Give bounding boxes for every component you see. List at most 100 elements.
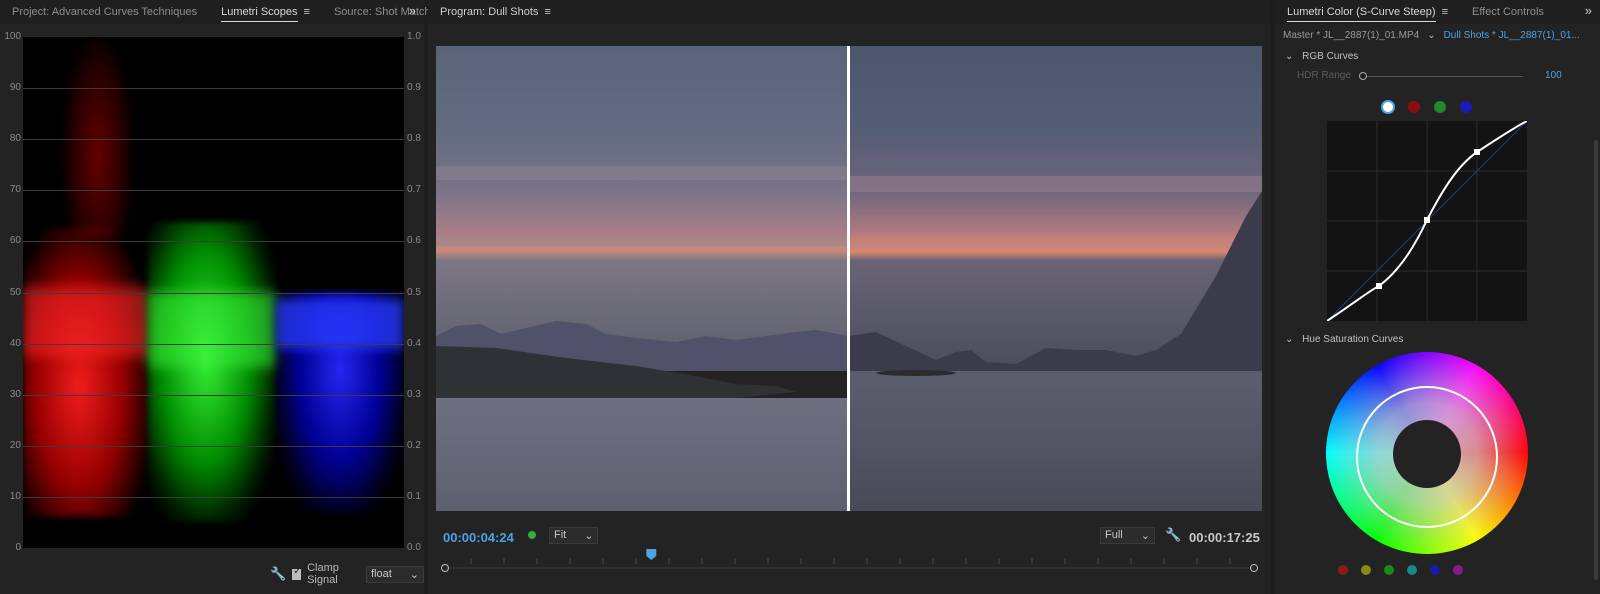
panel-menu-icon[interactable]: ≡: [544, 6, 550, 18]
panel-menu-icon[interactable]: ≡: [1442, 6, 1448, 18]
scope-axis-tick-left: 60: [9, 235, 21, 247]
scope-gridline: [23, 139, 404, 141]
program-tabbar: Program: Dull Shots ≡: [428, 0, 1270, 24]
tab-effect-controls[interactable]: Effect Controls: [1460, 0, 1556, 24]
lumetri-scopes-panel: Project: Advanced Curves Techniques Lume…: [0, 0, 445, 594]
scope-gridline: [23, 496, 404, 498]
timeline-ruler[interactable]: [441, 549, 1258, 573]
playhead-marker[interactable]: [646, 549, 657, 560]
master-clip-label[interactable]: Master * JL__2887(1)_01.MP4: [1283, 30, 1419, 41]
scope-axis-tick-left: 10: [9, 490, 21, 502]
panel-scrollbar[interactable]: [1594, 140, 1598, 580]
rgb-curve-graph: [1326, 120, 1528, 322]
scope-axis-tick-right: 0.2: [407, 439, 421, 451]
hue-sat-label: Hue Saturation Curves: [1302, 334, 1404, 345]
program-video-frame[interactable]: [436, 46, 1262, 511]
hdr-range-label: HDR Range: [1297, 70, 1351, 81]
tab-program[interactable]: Program: Dull Shots ≡: [428, 0, 563, 24]
lumetri-color-panel: Lumetri Color (S-Curve Steep) ≡ Effect Co…: [1275, 0, 1600, 594]
swatch-blue[interactable]: [1430, 565, 1440, 575]
scope-axis-tick-left: 0: [15, 542, 21, 553]
panel-overflow-icon[interactable]: »: [1585, 0, 1592, 22]
scope-axis-tick-right: 0.0: [407, 542, 421, 553]
panel-menu-icon[interactable]: ≡: [304, 6, 310, 18]
scope-axis-tick-left: 50: [9, 286, 21, 298]
video-frame-image: [436, 46, 1262, 511]
tab-lumetri-scopes[interactable]: Lumetri Scopes ≡: [209, 0, 322, 24]
scope-gridline: [23, 445, 404, 447]
red-trace-highlights: [63, 37, 133, 237]
playback-resolution-select[interactable]: Full ⌄: [1100, 527, 1155, 544]
swatch-yellow[interactable]: [1361, 565, 1371, 575]
channel-red-button[interactable]: [1408, 101, 1420, 113]
scope-axis-tick-right: 0.4: [407, 337, 421, 349]
scope-gridline: [23, 241, 404, 243]
tab-lumetri-scopes-label: Lumetri Scopes: [221, 6, 298, 22]
scope-axis-tick-left: 70: [9, 184, 21, 196]
hdr-range-slider-handle[interactable]: [1359, 72, 1367, 80]
hue-saturation-wheel[interactable]: [1326, 352, 1528, 554]
swatch-green[interactable]: [1384, 565, 1394, 575]
rgb-parade-scope: [23, 37, 404, 548]
wheel-center: [1393, 420, 1461, 488]
scope-axis-tick-right: 1.0: [407, 31, 421, 42]
channel-blue-button[interactable]: [1460, 101, 1472, 113]
curve-point-shadows[interactable]: [1376, 283, 1382, 289]
zoom-level-select[interactable]: Fit ⌄: [549, 527, 599, 544]
scope-bottom-controls: 🔧 Clamp Signal float ⌄: [270, 562, 424, 586]
zoom-level-value: Fit: [554, 529, 567, 541]
float-select[interactable]: float ⌄: [365, 565, 424, 583]
scope-axis-tick-left: 80: [9, 133, 21, 145]
wrench-icon[interactable]: 🔧: [1165, 527, 1181, 543]
duration-timecode: 00:00:17:25: [1189, 530, 1260, 545]
panel-overflow-icon[interactable]: »: [409, 0, 416, 22]
chevron-down-icon: ⌄: [584, 530, 594, 542]
tab-project[interactable]: Project: Advanced Curves Techniques: [0, 0, 209, 24]
scope-axis-tick-left: 90: [9, 82, 21, 94]
scope-gridline: [23, 343, 404, 345]
curve-point-highlights[interactable]: [1474, 149, 1480, 155]
chevron-down-icon: ⌄: [1140, 530, 1150, 542]
sequence-clip-label[interactable]: Dull Shots * JL__2887(1)_01...: [1444, 30, 1580, 41]
chevron-down-icon: ⌄: [1285, 51, 1294, 62]
hdr-range-slider-track[interactable]: [1363, 76, 1523, 77]
scope-axis-tick-right: 0.7: [407, 184, 421, 196]
hue-sat-section-header[interactable]: ⌄ Hue Saturation Curves: [1285, 334, 1403, 345]
red-trace-band: [23, 287, 148, 357]
lumetri-tabbar: Lumetri Color (S-Curve Steep) ≡ Effect Co…: [1275, 0, 1600, 24]
wrench-icon[interactable]: 🔧: [270, 566, 286, 582]
blue-trace-band: [276, 299, 404, 349]
scopes-tabbar: Project: Advanced Curves Techniques Lume…: [0, 0, 445, 24]
scope-axis-tick-right: 0.9: [407, 82, 421, 94]
float-select-value: float: [370, 567, 392, 580]
channel-green-button[interactable]: [1434, 101, 1446, 113]
rgb-curves-label: RGB Curves: [1302, 51, 1359, 62]
chevron-down-icon: ⌄: [409, 568, 419, 581]
clamp-signal-checkbox[interactable]: [292, 566, 301, 580]
scope-axis-tick-right: 0.8: [407, 133, 421, 145]
swatch-red[interactable]: [1338, 565, 1348, 575]
chevron-down-icon[interactable]: ⌄: [1427, 30, 1435, 41]
swatch-cyan[interactable]: [1407, 565, 1417, 575]
swatch-magenta[interactable]: [1453, 565, 1463, 575]
curve-point-midtones[interactable]: [1424, 217, 1430, 223]
green-trace: [148, 222, 276, 522]
channel-luma-button[interactable]: [1381, 100, 1395, 114]
scope-gridline: [23, 88, 404, 90]
scope-axis-tick-left: 100: [4, 31, 21, 42]
rgb-curve-editor[interactable]: [1326, 120, 1528, 322]
clip-selector-row: Master * JL__2887(1)_01.MP4 ⌄ Dull Shots…: [1283, 30, 1580, 41]
red-trace: [23, 227, 148, 517]
chevron-down-icon: ⌄: [1285, 334, 1294, 345]
clamp-signal-label: Clamp Signal: [307, 562, 339, 586]
scope-axis-tick-right: 0.5: [407, 286, 421, 298]
current-timecode[interactable]: 00:00:04:24: [443, 530, 514, 545]
hdr-range-value[interactable]: 100: [1545, 70, 1562, 81]
rgb-curves-section-header[interactable]: ⌄ RGB Curves: [1285, 51, 1358, 62]
scope-gridline: [23, 190, 404, 192]
tab-lumetri-color[interactable]: Lumetri Color (S-Curve Steep) ≡: [1275, 0, 1460, 24]
program-title: Program: Dull Shots: [440, 6, 539, 18]
scope-gridline: [23, 292, 404, 294]
playback-status-indicator: [528, 531, 536, 539]
scope-axis-tick-right: 0.3: [407, 388, 421, 400]
